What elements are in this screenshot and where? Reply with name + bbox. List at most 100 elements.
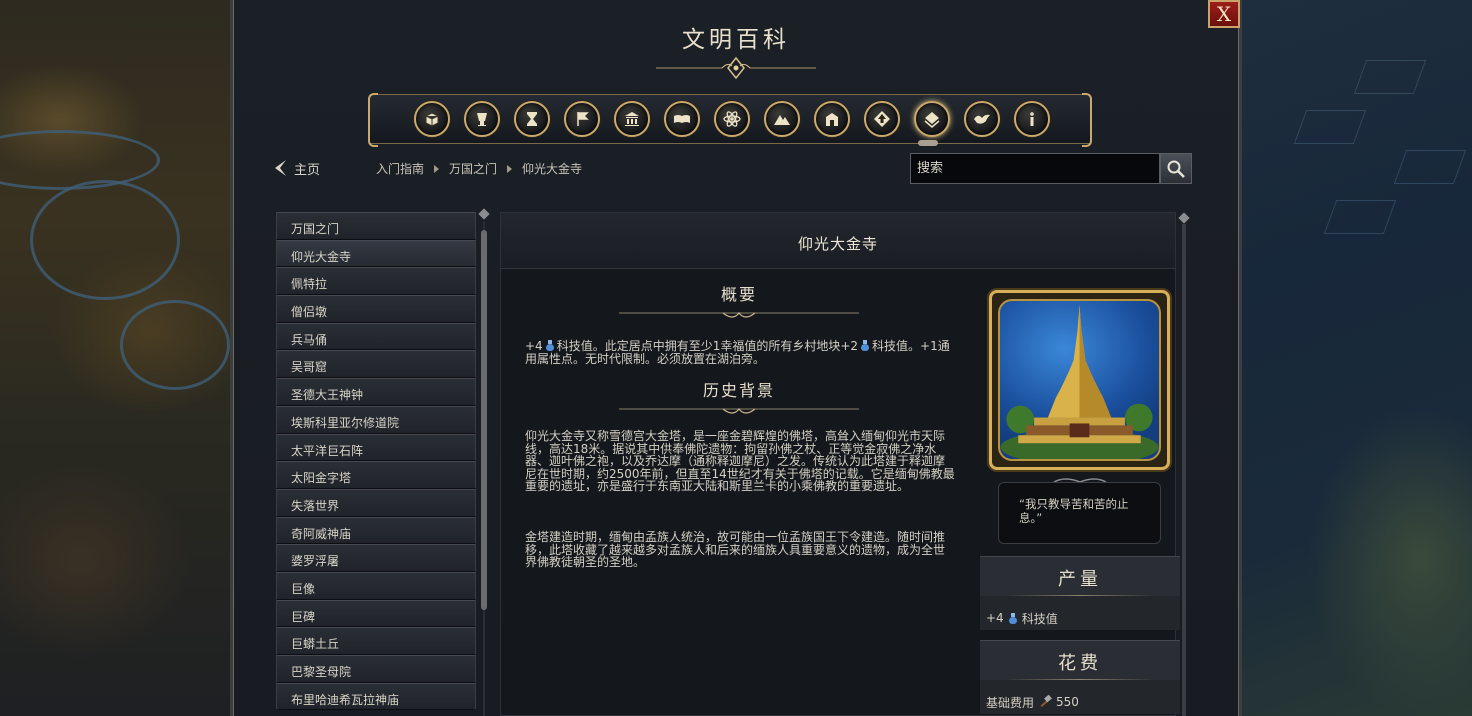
list-item[interactable]: 佩特拉 [276,267,476,296]
overview-text: +4 科技值。此定居点中拥有至少1幸福值的所有乡村地块+2 科技值。+1通用属性点。… [525,340,955,365]
page-title: 文明百科 [682,27,790,53]
cost-row: 基础费用 550 [980,680,1180,714]
river [120,300,230,390]
atom-icon [723,111,741,127]
category-dove-button[interactable] [964,101,1000,137]
list-item[interactable]: 吴哥窟 [276,350,476,379]
category-building-button[interactable] [814,101,850,137]
list-item[interactable]: 巨碑 [276,599,476,628]
category-atom-button[interactable] [714,101,750,137]
hex-tile [1393,150,1467,184]
science-icon [861,340,870,351]
list-item[interactable]: 奇阿威神庙 [276,516,476,545]
list-item[interactable]: 太阳金字塔 [276,461,476,489]
flag-icon [577,112,589,126]
category-goblet-button[interactable] [464,101,500,137]
breadcrumb-item[interactable]: 入门指南 [376,160,424,177]
breadcrumb: 入门指南 万国之门 仰光大金寺 [376,160,582,177]
list-item[interactable]: 婆罗浮屠 [276,544,476,572]
hex-tile [1323,200,1397,234]
building-icon [826,113,838,126]
list-item[interactable]: 埃斯科里亚尔修道院 [276,405,476,434]
cost-value: 550 [1056,695,1079,709]
river [30,180,180,300]
list-item[interactable]: 巨蟒土丘 [276,627,476,655]
wonder-quote: “我只教导苦和苦的止息。” [998,482,1161,544]
toolbar-bracket [368,93,378,147]
hex-tile [1293,110,1367,144]
pagoda-image [1000,304,1159,459]
production-value: +4 [986,611,1004,625]
title-ornament [656,56,816,80]
production-row: +4 科技值 [980,596,1180,630]
list-item[interactable]: 巴黎圣母院 [276,655,476,683]
category-upgrade-button[interactable] [864,101,900,137]
world-map-background-left [0,0,236,716]
hammer-icon [1038,696,1052,708]
category-book-button[interactable] [664,101,700,137]
production-unit: 科技值 [1021,611,1058,626]
breadcrumb-separator-icon [507,164,513,173]
hex-tile [1353,60,1427,94]
category-hourglass-button[interactable] [514,101,550,137]
search-button[interactable] [1160,153,1192,184]
wonder-list: 万国之门 仰光大金寺 佩特拉 僧侣墩 兵马俑 吴哥窟 圣德大王神钟 埃斯科里亚尔… [276,212,476,716]
scroll-thumb[interactable] [481,230,487,610]
breadcrumb-item[interactable]: 万国之门 [449,160,497,177]
cost-heading: 花费 [1058,653,1102,674]
article-header: 仰光大金寺 [501,213,1175,269]
article-title: 仰光大金寺 [797,235,878,253]
world-map-background-right [1240,0,1472,716]
scroll-track [1182,224,1186,716]
science-icon [545,340,554,351]
category-toolbar [368,93,1092,147]
list-item[interactable]: 万国之门 [276,212,476,240]
layers-icon [924,112,940,128]
category-temple-button[interactable] [614,101,650,137]
search-input[interactable] [910,153,1160,184]
category-selected-indicator [918,140,938,146]
list-item[interactable]: 巨像 [276,571,476,600]
history-heading: 历史背景 [702,381,775,400]
list-item[interactable]: 布里哈迪希瓦拉神庙 [276,682,476,711]
history-paragraph: 金塔建造时期，缅甸由孟族人统治，故可能由一位孟族国王下令建造。随时间推移，此塔收… [525,530,946,570]
history-paragraph: 仰光大金寺又称雪德宫大金塔，是一座金碧辉煌的佛塔，高耸入缅甸仰光市天际线，高达1… [525,429,955,494]
heading-ornament [619,312,859,318]
toolbar-bracket [1082,93,1092,147]
list-item[interactable]: 圣德大王神钟 [276,378,476,406]
breadcrumb-separator-icon [434,164,440,173]
search-icon [1167,160,1185,178]
river [0,130,160,190]
cost-section: 花费 基础费用 550 [980,640,1180,714]
category-mountains-button[interactable] [764,101,800,137]
home-back-button[interactable]: 主页 [272,158,320,178]
temple-icon [625,112,639,126]
hourglass-icon [527,112,537,126]
info-icon [1030,112,1034,126]
production-heading: 产量 [1058,569,1102,590]
wonder-portrait [989,290,1170,470]
category-info-button[interactable] [1014,101,1050,137]
scroll-cap-icon [1178,212,1190,224]
production-section: 产量 +4 科技值 [980,556,1180,630]
search-box [910,153,1192,184]
category-cube-button[interactable] [414,101,450,137]
scroll-cap-icon [478,208,490,220]
breadcrumb-item-current[interactable]: 仰光大金寺 [522,160,582,177]
list-item[interactable]: 僧侣墩 [276,295,476,323]
book-icon [674,115,690,123]
up-arrow-icon [874,111,890,127]
list-item[interactable]: 兵马俑 [276,322,476,351]
category-layers-button[interactable] [914,101,950,137]
list-item[interactable]: 失落世界 [276,488,476,517]
article-scrollbar[interactable] [1178,212,1190,716]
dove-icon [974,114,990,124]
mountains-icon [774,115,790,125]
science-icon [1008,612,1017,624]
heading-ornament [619,408,859,414]
list-item-selected[interactable]: 仰光大金寺 [276,239,476,268]
list-item[interactable]: 太平洋巨石阵 [276,433,476,462]
overview-heading: 概要 [720,285,757,304]
list-scrollbar[interactable] [478,208,490,716]
category-flag-button[interactable] [564,101,600,137]
